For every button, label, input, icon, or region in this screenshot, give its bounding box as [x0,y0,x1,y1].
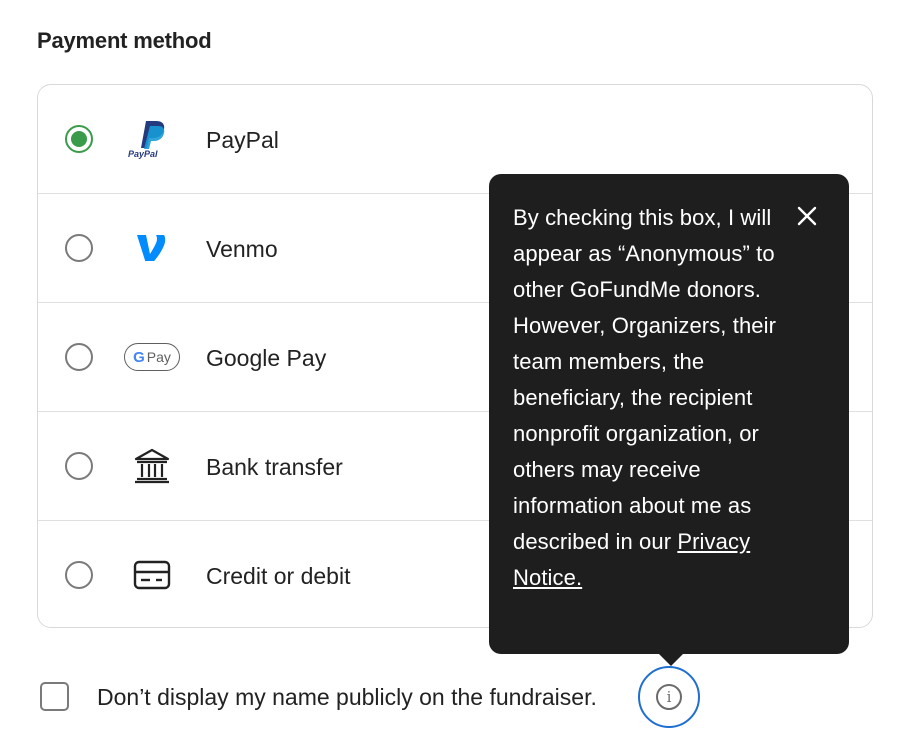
paypal-logo-icon: PayPal [122,115,182,163]
payment-option-label: PayPal [206,127,279,153]
anonymous-checkbox[interactable] [40,682,69,711]
close-icon[interactable] [795,204,819,228]
anonymous-info-button[interactable]: i [638,666,700,728]
paypal-logo-text: PayPal [128,149,158,159]
radio-bank-transfer[interactable] [65,452,93,480]
radio-credit-debit[interactable] [65,561,93,589]
google-pay-text: Pay [146,349,171,365]
google-pay-g: G [133,348,145,366]
anonymous-label[interactable]: Don’t display my name publicly on the fu… [97,682,597,712]
payment-option-label: Google Pay [206,345,327,371]
tooltip-message: By checking this box, I will appear as “… [513,200,793,596]
payment-option-label: Venmo [206,236,278,262]
payment-option-label: Credit or debit [206,563,351,589]
credit-card-icon [122,551,182,599]
tooltip-body-text: By checking this box, I will appear as “… [513,205,777,554]
anonymous-tooltip: By checking this box, I will appear as “… [489,174,849,666]
radio-venmo[interactable] [65,234,93,262]
radio-paypal[interactable] [65,125,93,153]
payment-method-heading: Payment method [37,28,212,53]
payment-option-label: Bank transfer [206,454,343,480]
bank-icon [122,442,182,490]
venmo-logo-icon [122,224,182,272]
radio-google-pay[interactable] [65,343,93,371]
google-pay-logo-icon: G Pay [122,333,182,381]
info-icon: i [656,684,682,710]
